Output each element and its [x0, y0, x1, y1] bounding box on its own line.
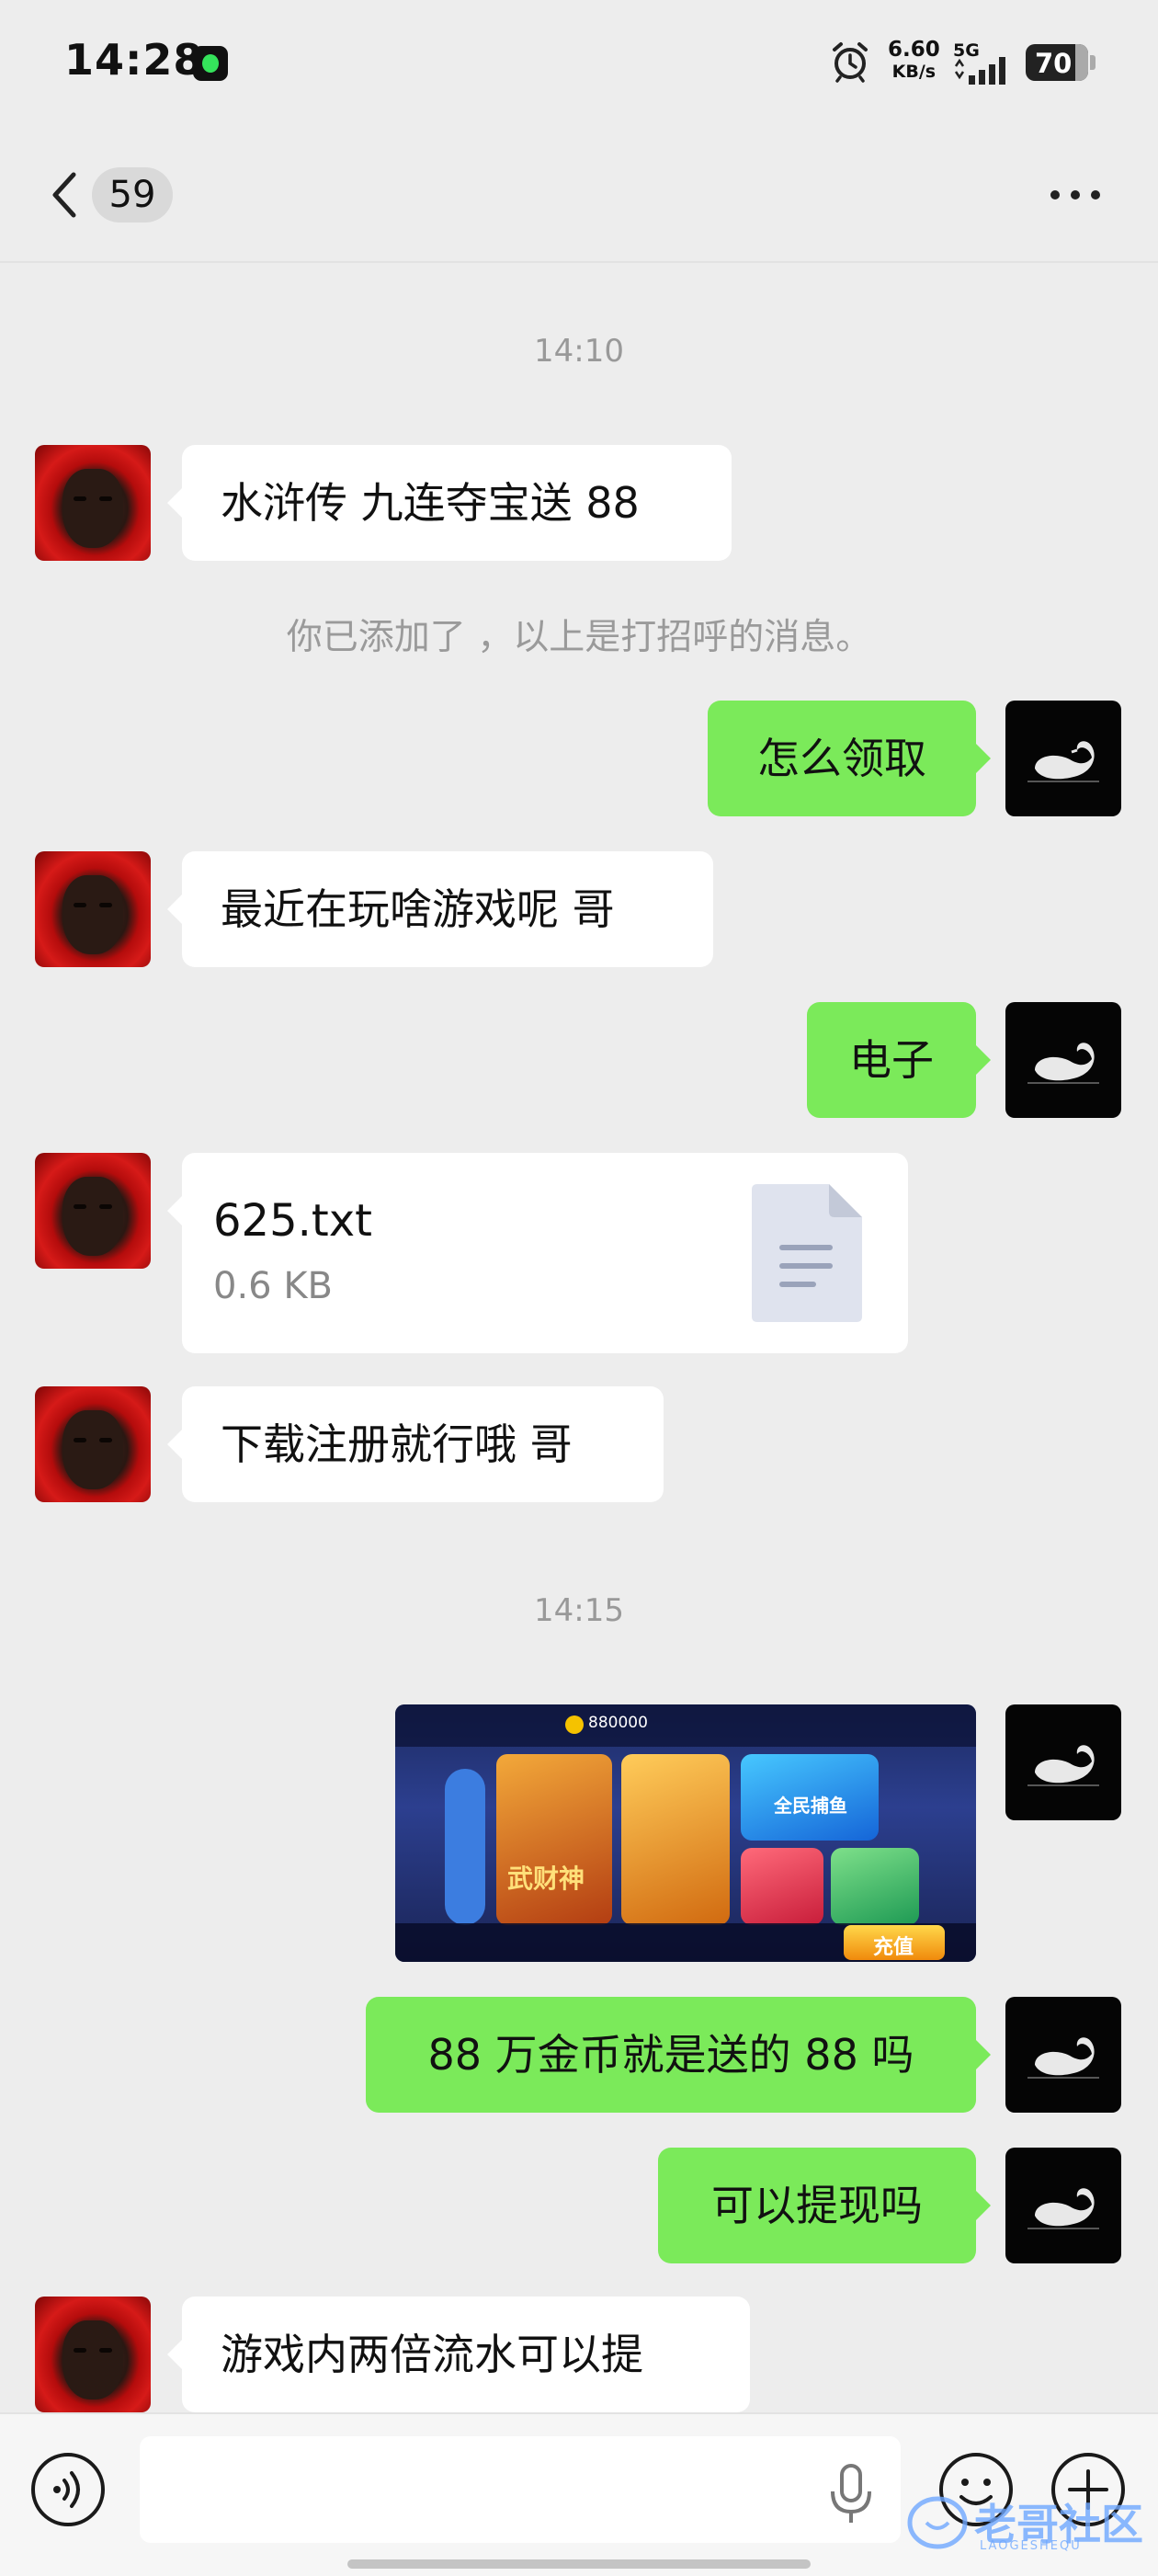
- net-speed: 6.60 KB/s: [888, 38, 940, 82]
- message-input[interactable]: [140, 2436, 901, 2543]
- my-avatar[interactable]: [1005, 2148, 1121, 2263]
- timestamp: 14:15: [534, 1592, 624, 1629]
- battery-icon: 70: [1026, 44, 1088, 81]
- message-bubble-sent[interactable]: 怎么领取: [708, 701, 991, 816]
- message-bubble-received[interactable]: 最近在玩啥游戏呢 哥: [167, 851, 713, 967]
- my-avatar[interactable]: [1005, 1997, 1121, 2113]
- document-icon: [752, 1184, 862, 1322]
- message-bubble-sent[interactable]: 电子: [807, 1002, 991, 1118]
- music-app-icon: [193, 46, 228, 81]
- message-bubble-sent[interactable]: 可以提现吗: [658, 2148, 991, 2263]
- message-bubble-received[interactable]: 下载注册就行哦 哥: [167, 1386, 664, 1502]
- message-bubble-sent[interactable]: 88 万金币就是送的 88 吗: [366, 1997, 991, 2113]
- contact-avatar[interactable]: [35, 1153, 151, 1269]
- microphone-icon[interactable]: [825, 2462, 877, 2526]
- file-message[interactable]: 625.txt 0.6 KB: [167, 1153, 908, 1353]
- contact-avatar[interactable]: [35, 445, 151, 561]
- message-bubble-received[interactable]: 游戏内两倍流水可以提: [167, 2297, 750, 2412]
- swan-avatar-image: [1027, 741, 1099, 782]
- timestamp: 14:10: [534, 333, 624, 370]
- more-icon[interactable]: [1048, 186, 1103, 204]
- swan-avatar-image: [1027, 2037, 1099, 2079]
- alarm-icon: [833, 42, 868, 83]
- my-avatar[interactable]: [1005, 701, 1121, 816]
- my-avatar[interactable]: [1005, 1002, 1121, 1118]
- swan-avatar-image: [1027, 1043, 1099, 1084]
- status-bar: 14:28 6.60 KB/s 5G 70: [0, 0, 1158, 129]
- status-time: 14:28: [64, 35, 204, 85]
- voice-toggle-icon[interactable]: [29, 2451, 107, 2528]
- unread-count-badge[interactable]: 59: [92, 167, 173, 222]
- file-size: 0.6 KB: [213, 1265, 333, 1307]
- message-bubble-received[interactable]: 水浒传 九连夺宝送 88: [167, 445, 732, 561]
- contact-avatar[interactable]: [35, 2297, 151, 2412]
- image-message[interactable]: 880000 武财神 全民捕鱼 充值: [395, 1704, 976, 1962]
- back-icon[interactable]: [46, 167, 83, 222]
- home-indicator[interactable]: [347, 2559, 811, 2569]
- swan-avatar-image: [1027, 1745, 1099, 1786]
- system-notice: 你已添加了 ，以上是打招呼的消息。: [286, 617, 872, 658]
- swan-avatar-image: [1027, 2188, 1099, 2229]
- chat-header: 59: [0, 129, 1158, 263]
- watermark-subtext: LAOGESHEQU: [980, 2539, 1082, 2553]
- contact-avatar[interactable]: [35, 1386, 151, 1502]
- signal-icon: [954, 57, 1005, 85]
- my-avatar[interactable]: [1005, 1704, 1121, 1820]
- file-name: 625.txt: [213, 1195, 372, 1247]
- contact-avatar[interactable]: [35, 851, 151, 967]
- coin-icon: [565, 1715, 584, 1734]
